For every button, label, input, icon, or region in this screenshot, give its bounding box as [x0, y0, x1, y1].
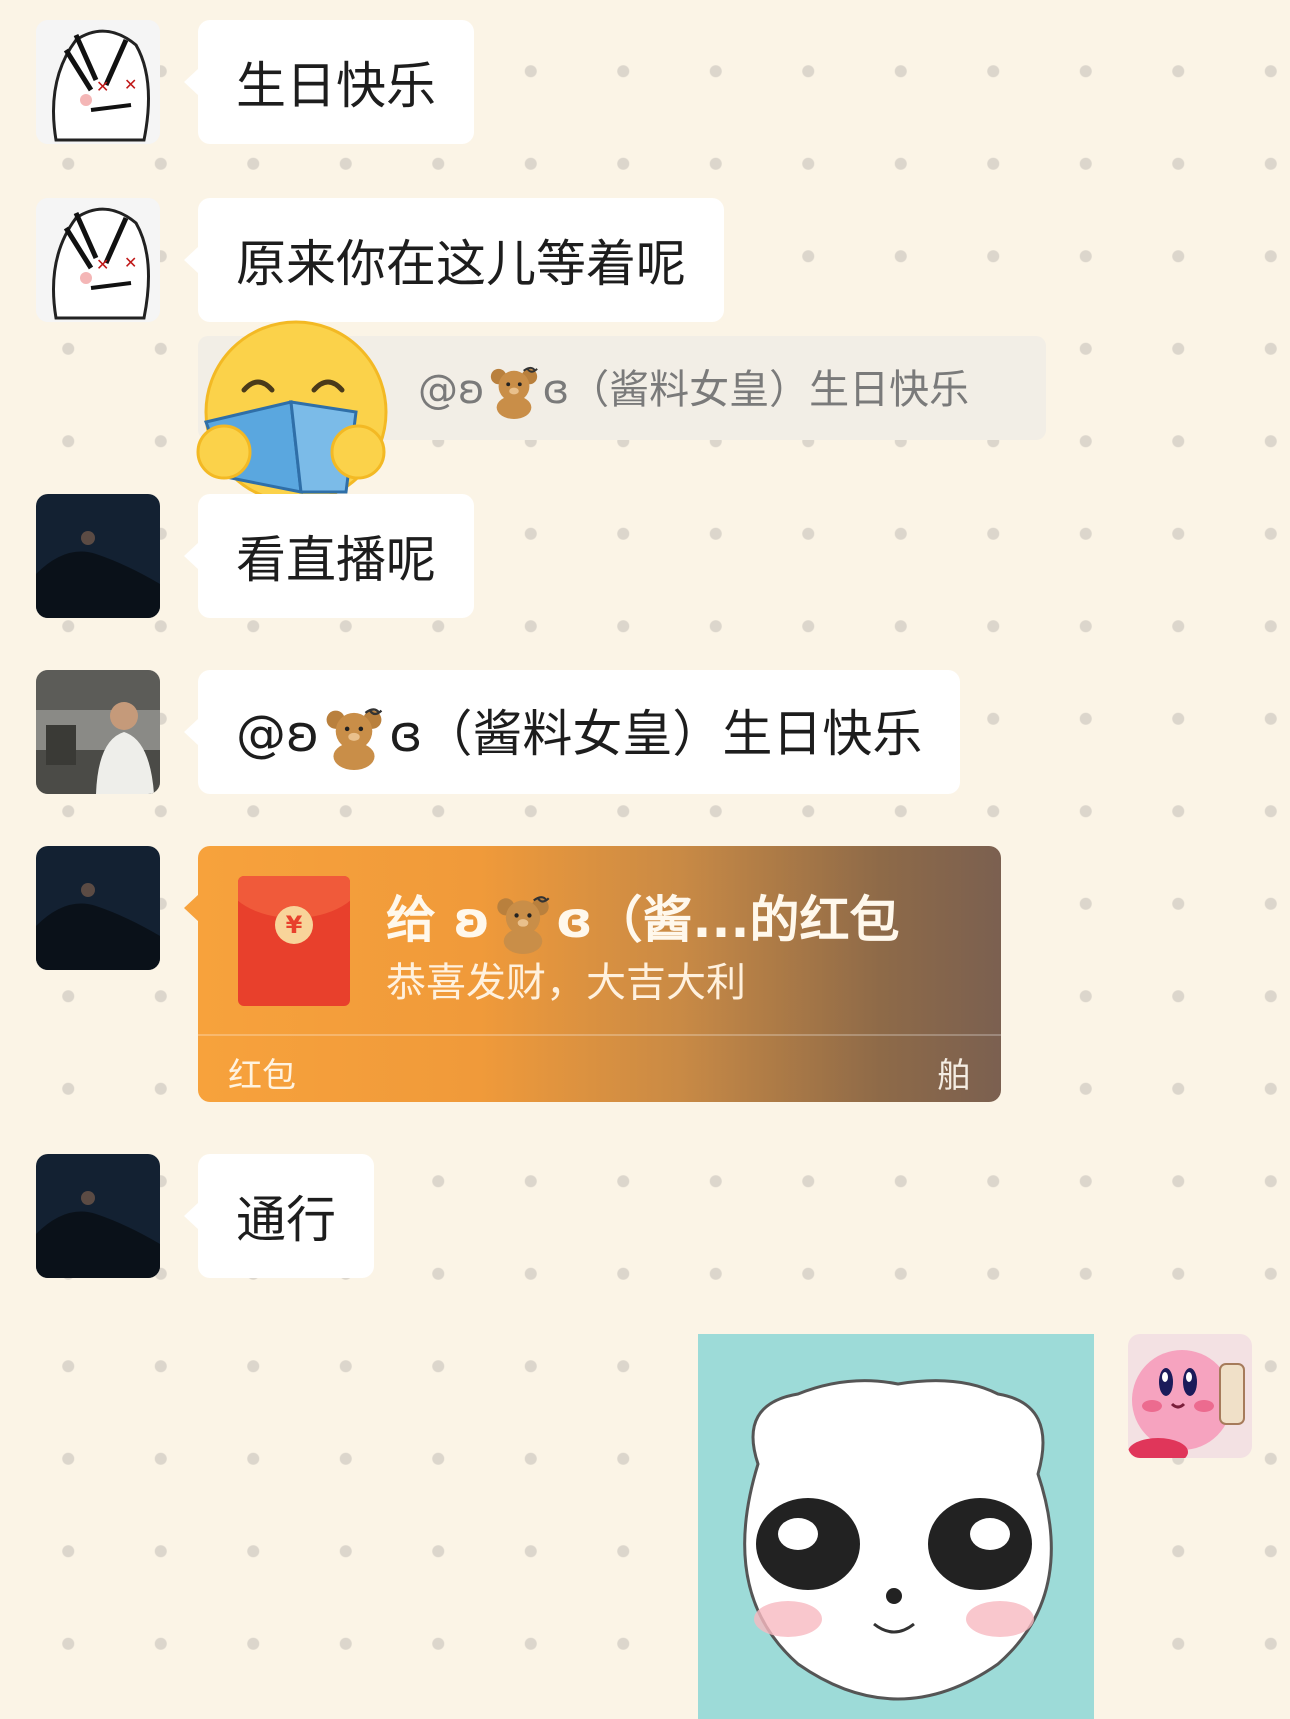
- teddy-bear-icon: [497, 895, 550, 954]
- svg-text:✕: ✕: [96, 77, 109, 96]
- avatar-night-landscape[interactable]: [36, 846, 160, 970]
- teddy-bear-icon: [326, 708, 383, 770]
- red-packet-divider: [198, 1034, 1001, 1036]
- quote-text: @ʚ ɞ（酱料女皇）生日快乐: [418, 357, 969, 419]
- message-bubble[interactable]: 生日快乐: [184, 20, 474, 144]
- message-bubble[interactable]: 通行: [184, 1154, 374, 1278]
- message-text: 通行: [236, 1191, 336, 1249]
- message-text: 原来你在这儿等着呢: [236, 235, 686, 293]
- red-packet-pointer: [184, 894, 199, 922]
- message-bubble[interactable]: @ʚ ɞ（酱料女皇）生日快乐: [183, 670, 961, 794]
- red-packet-label: 红包: [228, 1056, 296, 1096]
- avatar-kirby[interactable]: [1128, 1334, 1252, 1458]
- sticker-image[interactable]: [698, 1334, 1094, 1719]
- avatar-night-landscape[interactable]: [36, 1154, 160, 1278]
- avatar-anime-boy[interactable]: ✕ ✕: [36, 20, 160, 144]
- avatar-gym-photo[interactable]: [36, 670, 160, 794]
- yuan-coin-icon: ¥: [275, 906, 313, 944]
- teddy-bear-icon: [490, 366, 538, 419]
- message-text: 生日快乐: [236, 57, 436, 115]
- svg-text:✕: ✕: [124, 75, 137, 94]
- avatar-anime-boy[interactable]: ✕ ✕: [36, 198, 160, 322]
- reading-book-emoji-icon: [196, 320, 388, 502]
- red-packet-brand: 舶: [937, 1056, 971, 1096]
- red-envelope-icon: ¥: [238, 876, 350, 1006]
- svg-text:✕: ✕: [96, 255, 109, 274]
- red-packet-greeting: 恭喜发财，大吉大利: [386, 960, 746, 1006]
- message-text: @ʚ ɞ（酱料女皇）生日快乐: [236, 694, 922, 770]
- red-packet-card[interactable]: ¥ 给 ʚ ɞ（酱...的红包 恭喜发财，大吉大利 红包 舶: [198, 846, 1001, 1102]
- svg-text:✕: ✕: [124, 253, 137, 272]
- message-text: 看直播呢: [236, 531, 436, 589]
- red-packet-title: 给 ʚ ɞ（酱...的红包: [386, 880, 900, 954]
- avatar-night-landscape[interactable]: [36, 494, 160, 618]
- message-bubble[interactable]: 看直播呢: [184, 494, 474, 618]
- message-bubble[interactable]: 原来你在这儿等着呢: [184, 198, 724, 322]
